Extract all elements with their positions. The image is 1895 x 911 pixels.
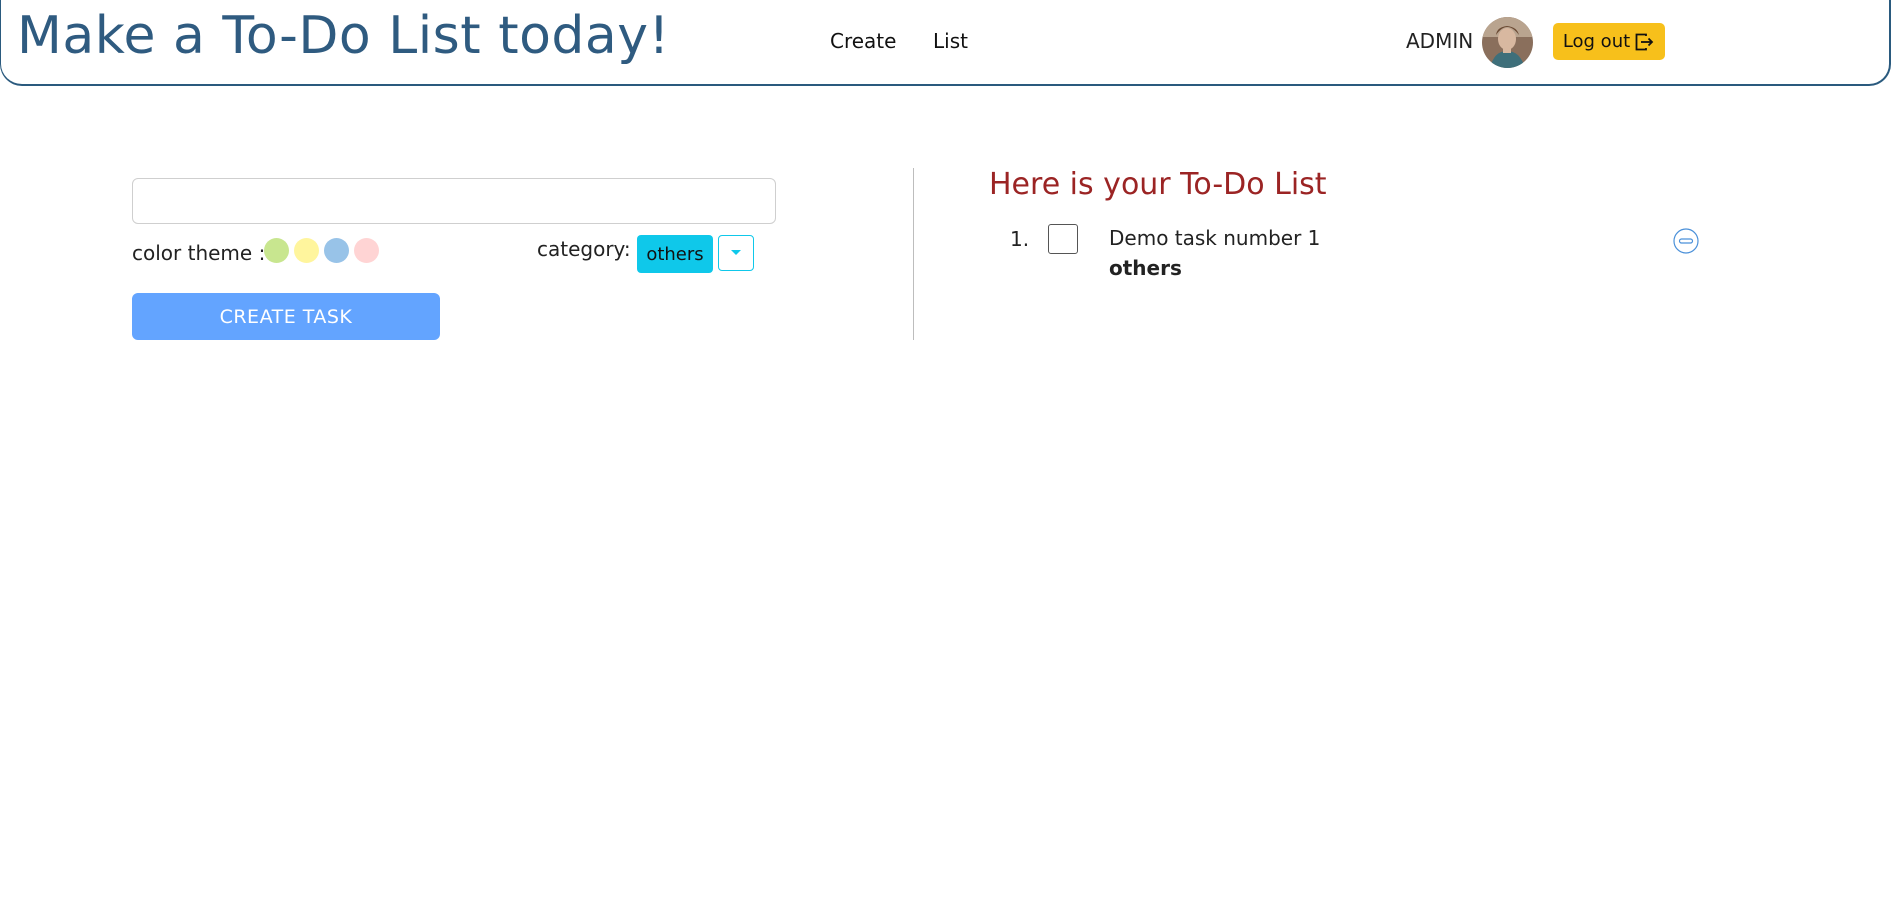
avatar (1482, 17, 1533, 68)
task-checkbox[interactable] (1048, 224, 1078, 254)
task-input[interactable] (132, 178, 776, 224)
nav-create-link[interactable]: Create (830, 29, 896, 53)
color-option-blue[interactable] (324, 238, 349, 263)
app-header: Make a To-Do List today! Create List ADM… (0, 0, 1891, 86)
nav-list-link[interactable]: List (933, 29, 968, 53)
logout-icon (1635, 33, 1654, 50)
category-dropdown-button[interactable] (718, 235, 754, 271)
color-option-green[interactable] (264, 238, 289, 263)
logout-button[interactable]: Log out (1553, 23, 1665, 60)
app-title: Make a To-Do List today! (17, 6, 670, 66)
color-option-pink[interactable] (354, 238, 379, 263)
minus-circle-icon (1673, 228, 1699, 254)
category-label: category: (537, 237, 631, 261)
list-title: Here is your To-Do List (989, 167, 1327, 202)
caret-down-icon (731, 250, 741, 255)
color-theme-label: color theme : (132, 241, 266, 265)
task-category: others (1109, 256, 1182, 280)
user-name: ADMIN (1406, 29, 1474, 53)
color-option-yellow[interactable] (294, 238, 319, 263)
avatar-image (1482, 17, 1533, 68)
page: Make a To-Do List today! Create List ADM… (0, 0, 1895, 911)
logout-label: Log out (1562, 31, 1631, 52)
section-divider (913, 168, 914, 340)
category-select[interactable]: others (637, 235, 713, 273)
task-text: Demo task number 1 (1109, 226, 1321, 250)
list-item-number: 1. (1010, 227, 1030, 251)
remove-task-button[interactable] (1673, 228, 1699, 254)
create-task-button[interactable]: CREATE TASK (132, 293, 440, 340)
